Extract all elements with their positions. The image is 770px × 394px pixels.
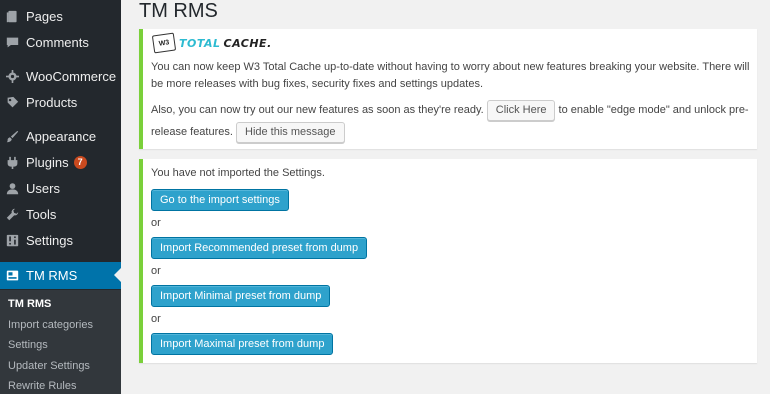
- or-separator: or: [151, 313, 161, 325]
- tm-rms-submenu: TM RMS Import categories Settings Update…: [0, 290, 121, 394]
- sidebar-item-tools[interactable]: Tools: [0, 201, 121, 227]
- submenu-item-updater-settings[interactable]: Updater Settings: [8, 360, 90, 372]
- comments-icon: [6, 36, 19, 49]
- submenu-item-import-categories[interactable]: Import categories: [8, 319, 93, 331]
- woocommerce-icon: [6, 69, 19, 83]
- active-menu-arrow: [114, 268, 121, 282]
- plugins-icon: [6, 156, 19, 169]
- sidebar-item-appearance[interactable]: Appearance: [0, 123, 121, 149]
- sidebar-item-label: Tools: [26, 206, 57, 222]
- submenu-item-settings[interactable]: Settings: [8, 339, 48, 351]
- hide-message-button[interactable]: Hide this message: [236, 121, 345, 143]
- sidebar-item-label: Users: [26, 180, 60, 196]
- sidebar-item-label: Comments: [26, 34, 89, 50]
- products-icon: [6, 96, 19, 109]
- sidebar-item-settings[interactable]: Settings: [0, 227, 121, 253]
- sidebar-item-plugins[interactable]: Plugins 7: [0, 149, 121, 175]
- settings-icon: [6, 234, 19, 247]
- sidebar-item-woocommerce[interactable]: WooCommerce: [0, 63, 121, 89]
- import-settings-notice: You have not imported the Settings. Go t…: [139, 159, 757, 363]
- import-minimal-preset-button[interactable]: Import Minimal preset from dump: [151, 285, 331, 307]
- import-recommended-preset-button[interactable]: Import Recommended preset from dump: [151, 237, 368, 259]
- submenu-item-rewrite-rules[interactable]: Rewrite Rules: [8, 380, 76, 392]
- sidebar-item-label: WooCommerce: [26, 68, 117, 84]
- sidebar-item-pages[interactable]: Pages: [0, 3, 121, 29]
- w3tc-notice-paragraph: You can now keep W3 Total Cache up-to-da…: [151, 61, 750, 90]
- sidebar-item-label: Plugins: [26, 154, 69, 170]
- logo-text-cache: CACHE.: [223, 36, 272, 50]
- sidebar-item-label: Settings: [26, 232, 73, 248]
- tmrms-icon: [6, 269, 19, 282]
- pages-icon: [6, 10, 19, 23]
- import-status-message: You have not imported the Settings.: [151, 167, 325, 179]
- sidebar-item-label: Pages: [26, 8, 63, 24]
- sidebar-item-label: TM RMS: [26, 268, 78, 283]
- plugins-update-badge: 7: [73, 155, 87, 169]
- edge-mode-text-before: Also, you can now try out our new featur…: [151, 104, 484, 116]
- page-title: TM RMS: [139, 0, 218, 22]
- sidebar-item-label: Products: [26, 94, 78, 110]
- appearance-icon: [6, 130, 19, 143]
- sidebar-item-tm-rms[interactable]: TM RMS: [0, 262, 121, 289]
- w3-logo-badge: W3: [151, 32, 177, 54]
- or-separator: or: [151, 217, 161, 229]
- users-icon: [6, 182, 19, 195]
- sidebar-item-comments[interactable]: Comments: [0, 29, 121, 55]
- sidebar-item-users[interactable]: Users: [0, 175, 121, 201]
- go-to-import-settings-button[interactable]: Go to the import settings: [151, 189, 289, 211]
- or-separator: or: [151, 265, 161, 277]
- tools-icon: [6, 208, 19, 221]
- submenu-item-tm-rms[interactable]: TM RMS: [8, 298, 51, 310]
- sidebar-item-label: Appearance: [26, 128, 97, 144]
- sidebar-item-products[interactable]: Products: [0, 89, 121, 115]
- admin-sidebar: Pages Comments WooCommerce Products Appe…: [0, 0, 121, 394]
- import-maximal-preset-button[interactable]: Import Maximal preset from dump: [151, 333, 334, 355]
- logo-text-total: TOTAL: [179, 36, 221, 50]
- click-here-button[interactable]: Click Here: [486, 99, 556, 121]
- w3tc-edge-mode-paragraph: Also, you can now try out our new featur…: [151, 99, 756, 143]
- w3-total-cache-logo: W3 TOTAL CACHE.: [151, 32, 272, 54]
- w3tc-notice: W3 TOTAL CACHE. You can now keep W3 Tota…: [139, 29, 757, 149]
